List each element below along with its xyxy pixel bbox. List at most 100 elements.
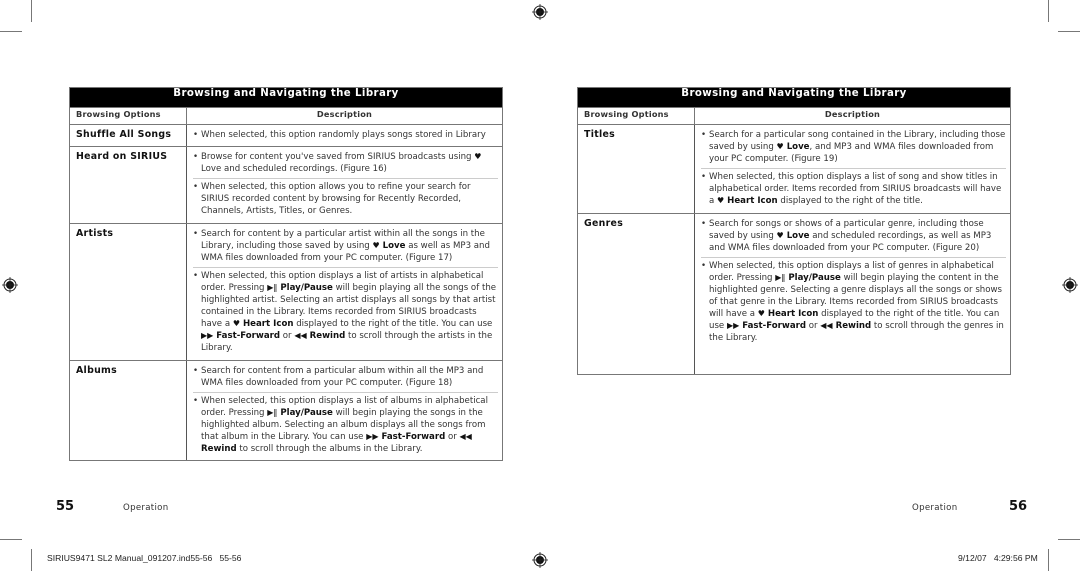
description-bullet: • Search for content by a particular arti… — [193, 226, 498, 268]
crop-mark-top-left-v — [31, 0, 32, 22]
description-bullet: • Browse for content you've saved from SI… — [193, 149, 498, 180]
bullet-icon: • — [193, 130, 199, 140]
table-row: Genres • Search for songs or shows of a pa… — [577, 212, 1011, 375]
bullet-text: When selected, this option displays a li… — [201, 270, 497, 354]
heart-icon: ♥ — [757, 309, 765, 319]
page-number-right: 56 — [1009, 499, 1028, 514]
bullet-icon: • — [701, 218, 707, 229]
bullet-text: Browse for content you've saved from SIR… — [201, 152, 482, 175]
browsing-table-left: Browsing and Navigating the Library Brow… — [69, 87, 503, 462]
bullet-icon: • — [701, 172, 707, 183]
bullet-icon: • — [701, 130, 707, 140]
description-cell: • When selected, this option randomly pla… — [186, 123, 503, 148]
heart-icon: ♥ — [474, 152, 482, 162]
crop-mark-bottom-left-v — [31, 549, 32, 571]
browsing-option-label: Heard on SIRIUS — [69, 146, 187, 224]
description-bullet: • Search for content from a particular al… — [193, 363, 498, 393]
column-header-options: Browsing Options — [577, 107, 695, 125]
control-name: Heart Icon — [764, 309, 819, 320]
description-cell: • Browse for content you've saved from SI… — [186, 146, 503, 224]
table-row: Titles • Search for a particular song cont… — [577, 124, 1011, 214]
control-name: Heart Icon — [724, 196, 778, 207]
crop-mark-top-right-h — [1058, 31, 1080, 32]
crop-mark-bottom-right-h — [1058, 539, 1080, 540]
print-slug-filename: SIRIUS9471 SL2 Manual_091207.ind55-56 55… — [47, 553, 242, 563]
description-cell: • Search for songs or shows of a particul… — [694, 212, 1011, 375]
rewind-icon: ◀◀ — [294, 331, 307, 341]
description-bullet: • Search for a particular song contained … — [701, 127, 1006, 170]
fast-forward-icon: ▶▶ — [201, 331, 214, 341]
page-number-left: 55 — [56, 499, 75, 514]
table-row: Artists • Search for content by a particul… — [69, 222, 503, 361]
heart-icon: ♥ — [776, 230, 784, 240]
browsing-option-label: Shuffle All Songs — [69, 123, 187, 148]
browsing-table-right: Browsing and Navigating the Library Brow… — [577, 87, 1011, 375]
bullet-icon: • — [193, 152, 199, 163]
bullet-text: Search for songs or shows of a particula… — [709, 218, 992, 253]
table-title: Browsing and Navigating the Library — [577, 87, 1011, 108]
fast-forward-icon: ▶▶ — [366, 431, 379, 441]
description-bullet: • When selected, this option allows you t… — [193, 179, 498, 220]
bullet-text: When selected, this option randomly play… — [201, 130, 486, 140]
crop-mark-bottom-left-h — [0, 539, 22, 540]
bullet-text: When selected, this option displays a li… — [201, 395, 488, 455]
play-pause-icon: ▶‖ — [267, 282, 278, 292]
control-name: Fast-Forward — [213, 331, 281, 342]
control-name: Rewind — [201, 444, 237, 455]
column-header-options: Browsing Options — [69, 107, 187, 125]
control-name: Play/Pause — [277, 407, 333, 418]
play-pause-icon: ▶‖ — [267, 407, 278, 417]
bullet-text: When selected, this option displays a li… — [709, 260, 1004, 344]
registration-mark-icon — [532, 4, 548, 20]
crop-mark-top-left-h — [0, 31, 22, 32]
heart-icon: ♥ — [776, 142, 784, 152]
table-row: Albums • Search for content from a particu… — [69, 359, 503, 462]
heart-icon: ♥ — [372, 240, 380, 250]
heart-icon: ♥ — [232, 319, 240, 329]
bullet-text: Search for content by a particular artis… — [201, 228, 490, 263]
bullet-icon: • — [193, 228, 199, 239]
description-bullet: • When selected, this option displays a l… — [193, 268, 498, 358]
section-label-left: Operation — [123, 503, 169, 513]
section-label-right: Operation — [912, 503, 958, 513]
bullet-icon: • — [193, 365, 199, 376]
bullet-text: When selected, this option displays a li… — [709, 172, 1002, 207]
control-name: Fast-Forward — [378, 431, 446, 442]
rewind-icon: ◀◀ — [820, 321, 833, 331]
control-name: Love — [783, 142, 810, 153]
description-cell: • Search for a particular song contained … — [694, 124, 1011, 214]
fast-forward-icon: ▶▶ — [726, 321, 740, 331]
browsing-option-label: Artists — [69, 222, 187, 361]
column-header-description: Description — [694, 107, 1011, 125]
description-bullet: • When selected, this option displays a l… — [701, 169, 1006, 210]
table-title: Browsing and Navigating the Library — [69, 87, 503, 108]
control-name: Love — [379, 240, 406, 251]
registration-mark-icon — [1062, 277, 1078, 293]
crop-mark-top-right-v — [1048, 0, 1049, 22]
description-bullet: • When selected, this option randomly pla… — [193, 127, 498, 144]
browsing-option-label: Albums — [69, 359, 187, 462]
description-cell: • Search for content by a particular arti… — [186, 222, 503, 361]
print-slug-timestamp: 9/12/07 4:29:56 PM — [958, 553, 1038, 563]
bullet-icon: • — [193, 395, 199, 406]
table-row: Shuffle All Songs • When selected, this op… — [69, 123, 503, 148]
control-name: Play/Pause — [277, 282, 333, 293]
bullet-icon: • — [193, 270, 199, 281]
description-cell: • Search for content from a particular al… — [186, 359, 503, 462]
play-pause-icon: ▶‖ — [775, 272, 786, 282]
registration-mark-icon — [2, 277, 18, 293]
bullet-icon: • — [701, 260, 707, 271]
column-header-description: Description — [186, 107, 503, 125]
table-row: Heard on SIRIUS • Browse for content you'v… — [69, 146, 503, 224]
bullet-text: Search for content from a particular alb… — [201, 365, 484, 388]
control-name: Fast-Forward — [739, 321, 807, 332]
bullet-icon: • — [193, 182, 199, 193]
control-name: Rewind — [306, 331, 346, 342]
description-bullet: • When selected, this option displays a l… — [193, 393, 498, 458]
control-name: Love — [783, 230, 810, 241]
browsing-option-label: Titles — [577, 124, 695, 214]
browsing-option-label: Genres — [577, 212, 695, 375]
crop-mark-bottom-right-v — [1048, 549, 1049, 571]
description-bullet: • Search for songs or shows of a particul… — [701, 216, 1006, 258]
description-bullet: • When selected, this option displays a l… — [701, 258, 1006, 348]
